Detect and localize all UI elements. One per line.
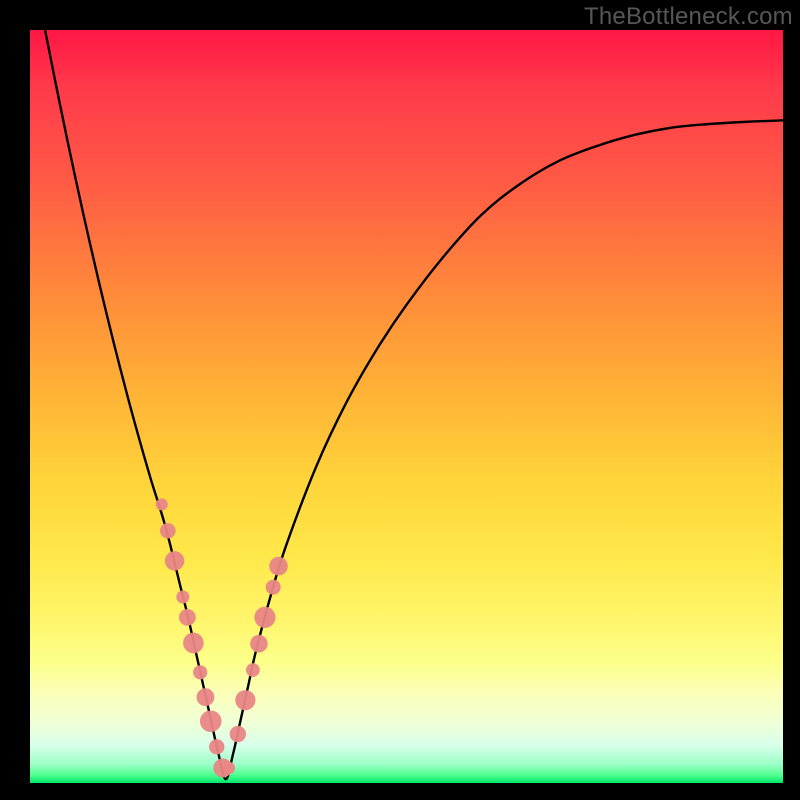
- marker-dot: [179, 609, 196, 626]
- marker-dot: [176, 591, 189, 604]
- mismatch-curve: [45, 30, 783, 779]
- marker-dot: [222, 762, 235, 775]
- marker-dot: [235, 690, 255, 710]
- chart-plot-area: [30, 30, 783, 783]
- marker-dot: [266, 580, 281, 595]
- marker-dot: [254, 607, 275, 628]
- marker-dot: [183, 633, 204, 654]
- watermark-text: TheBottleneck.com: [584, 3, 793, 31]
- chart-svg: [30, 30, 783, 783]
- marker-dot: [209, 739, 224, 754]
- marker-dot: [193, 665, 207, 679]
- marker-dot: [165, 551, 184, 570]
- marker-dot: [156, 498, 168, 510]
- marker-dot: [230, 726, 246, 742]
- marker-dot: [269, 557, 288, 576]
- marker-dot: [246, 663, 260, 677]
- chart-frame: TheBottleneck.com: [0, 0, 800, 800]
- marker-dot: [250, 635, 268, 653]
- marker-dot: [200, 710, 222, 732]
- marker-group: [156, 498, 288, 777]
- marker-dot: [197, 688, 215, 706]
- marker-dot: [160, 523, 176, 539]
